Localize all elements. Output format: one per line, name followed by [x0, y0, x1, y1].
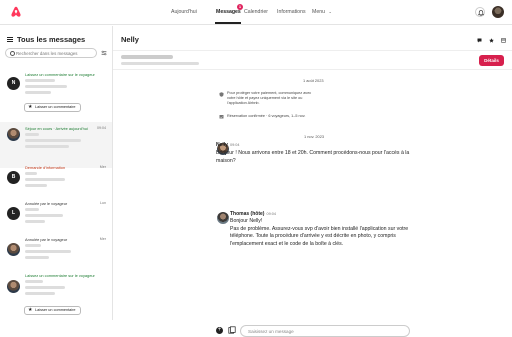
redacted-text — [25, 256, 49, 259]
top-navigation-bar: Aujourd'hui Messages 1 Calendrier Inform… — [0, 0, 512, 25]
sidebar-title: Tous les messages — [17, 35, 86, 44]
nav-insights[interactable]: Informations — [277, 9, 306, 15]
redacted-text — [25, 250, 71, 253]
conversation-date: Lun — [100, 201, 106, 205]
profile-avatar[interactable] — [492, 6, 504, 18]
avatar: B — [7, 171, 20, 184]
sender-name-label: Nelly — [216, 142, 228, 148]
redacted-text — [25, 79, 55, 82]
redacted-text — [25, 145, 69, 148]
filter-icon[interactable] — [101, 50, 107, 56]
nav-today[interactable]: Aujourd'hui — [171, 9, 197, 15]
conversation-status: Laissez un commentaire sur le voyageur — [25, 72, 95, 77]
chat-panel: Nelly Détails 1 août 2023 Pour protéger … — [113, 26, 512, 337]
menu-icon[interactable] — [7, 37, 13, 42]
redacted-text — [25, 91, 51, 94]
avatar — [7, 280, 20, 293]
date-separator: 1 août 2023 — [303, 78, 324, 83]
message-search — [5, 48, 97, 58]
template-icon[interactable] — [228, 326, 236, 334]
message-composer — [240, 325, 410, 337]
leave-review-button[interactable]: ★ Laisser un commentaire — [24, 306, 81, 315]
conversation-date: Mer — [99, 237, 106, 241]
conversation-status: Annulée par le voyageur — [25, 237, 68, 242]
redacted-text — [25, 292, 55, 295]
messages-badge: 1 — [237, 4, 243, 10]
redacted-text — [25, 214, 63, 217]
message-time: 09:04 — [229, 143, 240, 147]
archive-icon[interactable] — [501, 38, 506, 43]
conversation-item[interactable]: B Demande d'information Mer — [0, 162, 112, 198]
conversation-date: 09:04 — [97, 126, 106, 130]
avatar: L — [7, 207, 20, 220]
redacted-text — [25, 286, 65, 289]
message-text: Bonjour Nelly! Pas de problème. Assurez-… — [230, 218, 409, 247]
conversation-status: Annulée par le voyageur — [25, 201, 68, 206]
conversation-status: Séjour en cours · Arrivée aujourd'hui — [25, 126, 88, 131]
redacted-text — [25, 133, 39, 136]
conversation-date: Mer — [99, 165, 106, 169]
conversation-status: Demande d'information — [25, 165, 66, 170]
redacted-text — [25, 178, 65, 181]
chat-title: Nelly — [121, 35, 139, 44]
plus-icon: + — [217, 327, 222, 333]
system-message: Réservation confirmée · 6 voyageurs, 1–5… — [227, 114, 306, 118]
avatar — [7, 128, 20, 141]
message-time: 09:04 — [266, 212, 276, 216]
redacted-text — [121, 62, 199, 65]
nav-menu[interactable]: Menu ⌄ — [312, 9, 332, 15]
sender-name: Thomas (hôte) 09:04 — [230, 211, 276, 217]
redacted-text — [25, 172, 37, 175]
active-tab-indicator — [215, 22, 241, 24]
redacted-text — [25, 184, 47, 187]
system-message: Pour protéger votre paiement, communique… — [227, 91, 312, 105]
calendar-check-icon — [219, 115, 224, 119]
leave-review-label: Laisser un commentaire — [35, 105, 76, 109]
conversation-item[interactable]: Annulée par le voyageur Mer — [0, 234, 112, 270]
leave-review-button[interactable]: ★ Laisser un commentaire — [24, 103, 81, 112]
conversation-item[interactable]: N Laissez un commentaire sur le voyageur… — [0, 66, 112, 118]
shield-icon — [219, 92, 224, 97]
redacted-text — [25, 244, 41, 247]
conversation-status: Laissez un commentaire sur le voyageur — [25, 273, 95, 278]
nav-messages[interactable]: Messages — [216, 9, 241, 15]
star-icon[interactable] — [489, 38, 494, 43]
avatar — [7, 243, 20, 256]
redacted-text — [25, 208, 39, 211]
redacted-text — [25, 85, 67, 88]
redacted-text — [25, 280, 43, 283]
bell-icon — [478, 10, 484, 16]
conversation-sidebar: Tous les messages N Laissez un commentai… — [0, 26, 113, 320]
sender-name-label: Thomas (hôte) — [230, 211, 265, 217]
sender-avatar[interactable] — [217, 212, 229, 224]
redacted-text — [121, 55, 173, 59]
leave-review-label: Laisser un commentaire — [35, 308, 76, 312]
add-attachment-button[interactable]: + — [216, 327, 223, 334]
chat-bubble-icon[interactable] — [477, 38, 482, 43]
conversation-item[interactable]: Laissez un commentaire sur le voyageur ★… — [0, 270, 112, 320]
redacted-text — [25, 139, 81, 142]
notifications-button[interactable] — [475, 7, 485, 17]
search-input[interactable] — [16, 50, 96, 57]
star-icon: ★ — [28, 104, 33, 110]
chevron-down-icon: ⌄ — [328, 9, 332, 14]
nav-calendar[interactable]: Calendrier — [244, 9, 268, 15]
booking-summary-bar: Détails — [113, 50, 512, 70]
details-button[interactable]: Détails — [479, 55, 504, 66]
message-input[interactable] — [248, 328, 398, 335]
avatar: N — [7, 77, 20, 90]
nav-menu-label: Menu — [312, 9, 325, 15]
redacted-text — [25, 220, 45, 223]
star-icon: ★ — [28, 307, 33, 313]
search-icon — [10, 51, 15, 56]
sender-name: Nelly 09:04 — [216, 142, 239, 148]
message-text: Bonjour ! Nous arrivons entre 18 et 20h.… — [216, 150, 410, 164]
conversation-item[interactable]: L Annulée par le voyageur Lun — [0, 198, 112, 234]
date-separator: 1 nov. 2023 — [304, 134, 325, 139]
